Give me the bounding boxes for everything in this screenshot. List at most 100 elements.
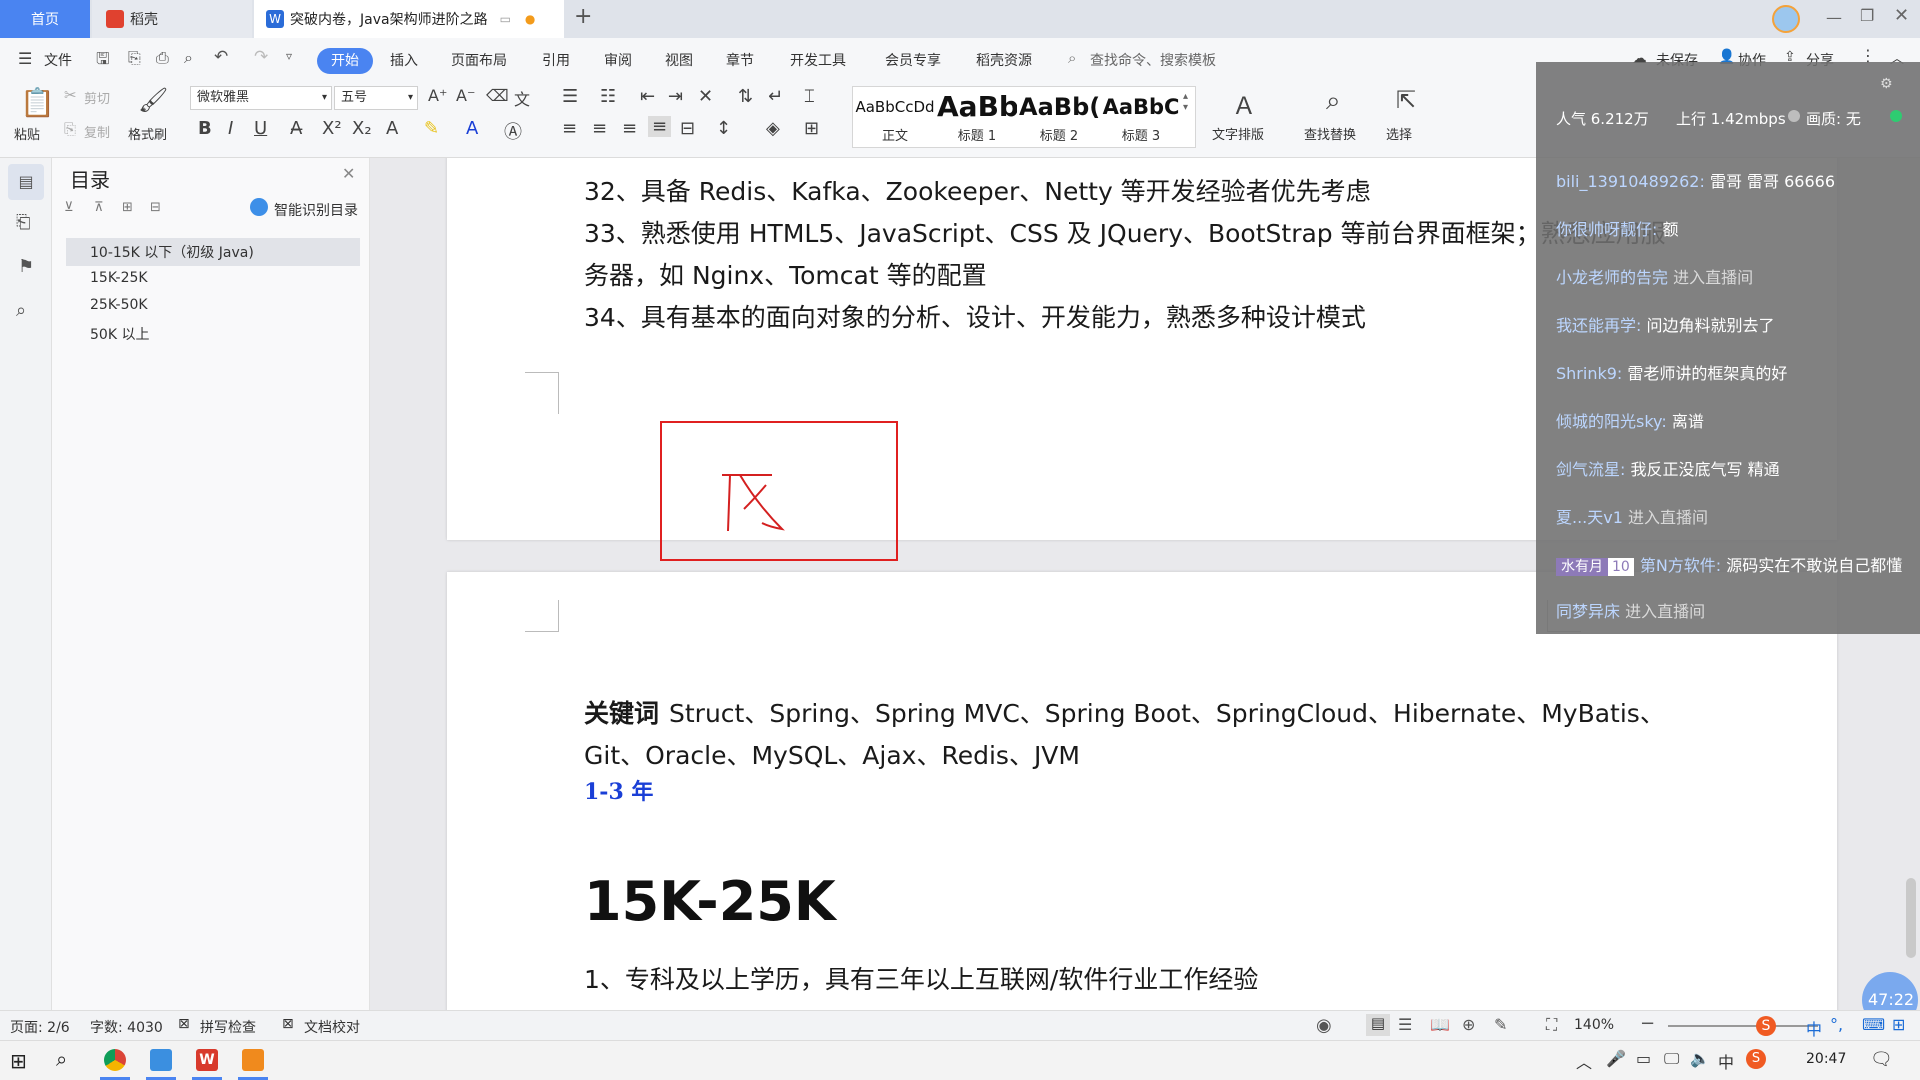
word-count[interactable]: 字数: 4030 bbox=[90, 1017, 163, 1037]
style-heading-2[interactable]: AaBb( 标题 2 bbox=[1019, 89, 1099, 147]
new-tab-button[interactable]: + bbox=[574, 4, 592, 29]
bookmark-icon[interactable]: ⚑ bbox=[18, 256, 34, 277]
export-icon[interactable]: ⎘ bbox=[128, 48, 141, 68]
decrease-indent-icon[interactable]: ⇤ bbox=[640, 86, 655, 107]
print-icon[interactable]: ⎙ bbox=[156, 48, 169, 68]
search-icon[interactable]: ⌕ bbox=[16, 300, 26, 321]
expand-icon[interactable]: ⊻ bbox=[64, 200, 74, 215]
paste-icon[interactable]: 📋 bbox=[20, 86, 55, 119]
shading-icon[interactable]: ◈ bbox=[766, 118, 780, 139]
text-layout-button[interactable]: 文字排版 bbox=[1212, 124, 1264, 143]
align-right-icon[interactable]: ≡ bbox=[622, 118, 637, 139]
tray-expand-icon[interactable]: ︿ bbox=[1576, 1049, 1592, 1073]
find-replace-button[interactable]: 查找替换 bbox=[1304, 124, 1356, 143]
justify-icon[interactable]: ≡ bbox=[648, 116, 672, 137]
subscript-icon[interactable]: X₂ bbox=[352, 118, 372, 139]
notification-icon[interactable]: 🗨 bbox=[1870, 1049, 1893, 1070]
clock[interactable]: 20:47 bbox=[1806, 1051, 1846, 1067]
chinese-layout-icon[interactable]: ✕ bbox=[698, 86, 713, 107]
clear-format-icon[interactable]: ⌫ bbox=[486, 86, 509, 105]
restore-icon[interactable]: ❐ bbox=[1860, 6, 1874, 25]
read-view-icon[interactable]: 📖 bbox=[1430, 1015, 1450, 1034]
paste-button[interactable]: 粘贴 bbox=[14, 124, 40, 143]
add-heading-icon[interactable]: ⊞ bbox=[122, 200, 133, 215]
sort-icon[interactable]: ⇅ bbox=[738, 86, 753, 107]
close-icon[interactable]: ✕ bbox=[1894, 5, 1909, 26]
eye-protect-icon[interactable]: ◉ bbox=[1316, 1015, 1332, 1036]
menu-layout[interactable]: 页面布局 bbox=[451, 50, 507, 70]
menu-view[interactable]: 视图 bbox=[665, 50, 693, 70]
style-normal[interactable]: AaBbCcDd 正文 bbox=[855, 89, 935, 147]
shrink-font-icon[interactable]: A⁻ bbox=[456, 86, 475, 105]
redo-icon[interactable]: ↷ bbox=[254, 47, 268, 67]
toc-item[interactable]: 10-15K 以下（初级 Java) bbox=[90, 242, 254, 262]
page-indicator[interactable]: 页面: 2/6 bbox=[10, 1017, 70, 1037]
highlight-icon[interactable]: ✎ bbox=[424, 118, 439, 139]
menu-insert[interactable]: 插入 bbox=[390, 50, 418, 70]
menu-start[interactable]: 开始 bbox=[317, 48, 373, 74]
media-app-icon[interactable] bbox=[242, 1049, 264, 1071]
zoom-level[interactable]: 140% bbox=[1574, 1017, 1614, 1033]
toolbox-icon[interactable]: ⊞ bbox=[1892, 1015, 1905, 1034]
menu-resources[interactable]: 稻壳资源 bbox=[976, 50, 1032, 70]
menu-devtools[interactable]: 开发工具 bbox=[790, 50, 846, 70]
format-painter-button[interactable]: 格式刷 bbox=[128, 124, 167, 143]
gear-icon[interactable]: ⚙ bbox=[1880, 76, 1893, 92]
ime-mode[interactable]: 中 bbox=[1806, 1016, 1822, 1040]
borders-icon[interactable]: ⊞ bbox=[804, 118, 819, 139]
spellcheck-button[interactable]: 拼写检查 bbox=[200, 1017, 256, 1037]
style-heading-3[interactable]: AaBbC 标题 3 bbox=[1101, 89, 1181, 147]
styles-scroll-icon[interactable]: ▴ ▾ bbox=[1183, 91, 1188, 113]
network-icon[interactable]: 🖵 bbox=[1664, 1049, 1679, 1069]
tab-daoke[interactable]: 稻壳 bbox=[92, 0, 252, 38]
font-size-select[interactable]: 五号 ▾ bbox=[334, 86, 418, 110]
keyboard-icon[interactable]: ⌨ bbox=[1862, 1015, 1885, 1034]
increase-indent-icon[interactable]: ⇥ bbox=[668, 86, 683, 107]
avatar[interactable] bbox=[1772, 5, 1800, 33]
page-view-icon[interactable]: ▤ bbox=[1366, 1014, 1390, 1036]
chapter-nav-icon[interactable]: ⎗ bbox=[16, 212, 30, 233]
underline-icon[interactable]: U bbox=[254, 118, 267, 139]
windows-start-icon[interactable]: ⊞ bbox=[10, 1049, 27, 1073]
zoom-slider[interactable] bbox=[1668, 1025, 1818, 1027]
chrome-icon[interactable] bbox=[104, 1049, 126, 1071]
cut-button[interactable]: 剪切 bbox=[84, 88, 110, 107]
pen-icon[interactable]: ✎ bbox=[1494, 1015, 1507, 1034]
grow-font-icon[interactable]: A⁺ bbox=[428, 86, 447, 105]
number-list-icon[interactable]: ☷ bbox=[600, 86, 616, 107]
pinyin-icon[interactable]: 文 bbox=[514, 86, 530, 110]
preview-icon[interactable]: ⌕ bbox=[184, 48, 193, 68]
italic-icon[interactable]: I bbox=[228, 118, 233, 139]
char-border-icon[interactable]: Ⓐ bbox=[504, 118, 522, 144]
command-search[interactable]: 查找命令、搜索模板 bbox=[1090, 50, 1216, 70]
strikethrough-icon[interactable]: A̶ bbox=[290, 118, 302, 139]
app-icon[interactable] bbox=[150, 1049, 172, 1071]
monitor-icon[interactable]: ▭ bbox=[500, 12, 511, 26]
punctuation-icon[interactable]: °, bbox=[1830, 1015, 1843, 1034]
wps-icon[interactable]: W bbox=[196, 1049, 218, 1071]
close-icon[interactable]: ✕ bbox=[342, 164, 355, 183]
toc-item[interactable]: 50K 以上 bbox=[90, 324, 149, 344]
font-color-icon[interactable]: A bbox=[466, 118, 478, 139]
text-effect-icon[interactable]: A bbox=[386, 118, 398, 139]
align-left-icon[interactable]: ≡ bbox=[562, 118, 577, 139]
font-name-select[interactable]: 微软雅黑 ▾ bbox=[190, 86, 332, 110]
zoom-out-icon[interactable]: − bbox=[1640, 1013, 1655, 1034]
toc-item[interactable]: 15K-25K bbox=[90, 270, 148, 286]
menu-reference[interactable]: 引用 bbox=[542, 50, 570, 70]
menu-member[interactable]: 会员专享 bbox=[885, 50, 941, 70]
line-spacing-icon[interactable]: ↕ bbox=[716, 118, 731, 139]
sogou-tray-icon[interactable]: S bbox=[1746, 1049, 1766, 1069]
outline-view-icon[interactable]: ☰ bbox=[1398, 1015, 1412, 1034]
microphone-icon[interactable]: 🎤 bbox=[1606, 1049, 1626, 1068]
collapse-icon[interactable]: ⊼ bbox=[94, 200, 104, 215]
save-icon[interactable]: 🖫 bbox=[96, 48, 110, 75]
fit-page-icon[interactable]: ⛶ bbox=[1546, 1015, 1557, 1035]
search-icon[interactable]: ⌕ bbox=[56, 1047, 67, 1071]
sogou-ime-icon[interactable]: S bbox=[1756, 1016, 1776, 1036]
toc-icon[interactable]: ▤ bbox=[8, 164, 44, 200]
vertical-scrollbar[interactable] bbox=[1906, 878, 1916, 958]
smart-toc-button[interactable]: 智能识别目录 bbox=[274, 200, 358, 220]
menu-file[interactable]: 文件 bbox=[44, 50, 72, 70]
show-marks-icon[interactable]: ↵ bbox=[768, 86, 783, 107]
